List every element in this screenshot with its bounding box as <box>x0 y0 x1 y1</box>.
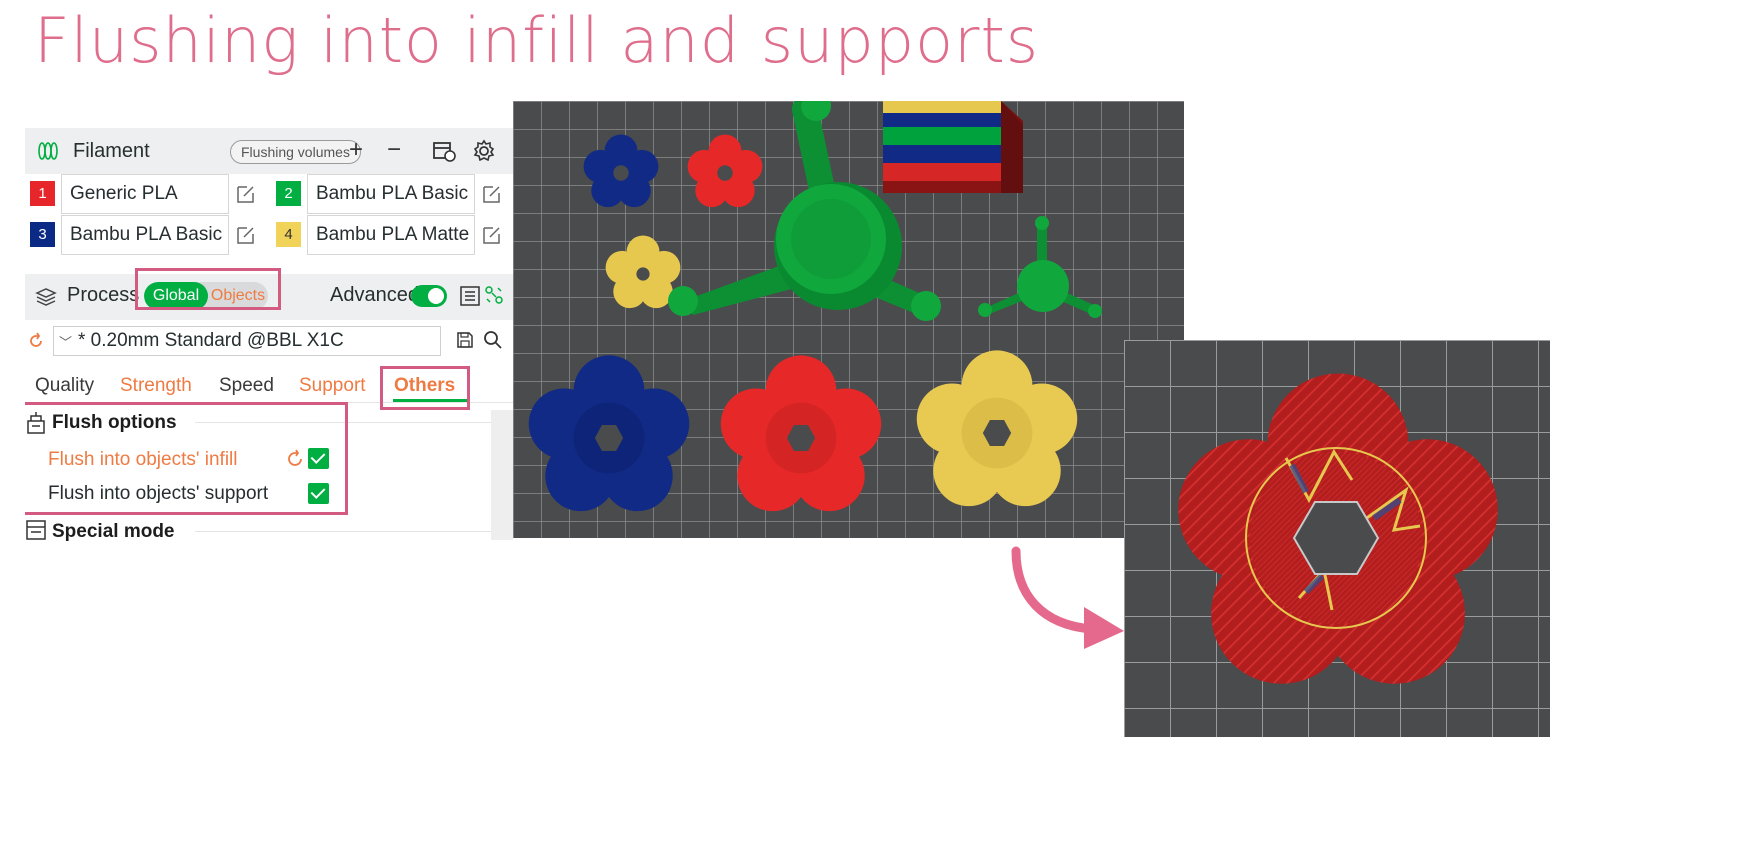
tab-speed[interactable]: Speed <box>219 375 274 397</box>
color-cube <box>883 101 1023 193</box>
reset-icon[interactable] <box>27 332 45 350</box>
filament-color-swatch[interactable]: 1 <box>30 181 55 206</box>
filament-slot-1[interactable]: 1 Generic PLA <box>25 174 297 214</box>
others-tab-highlight <box>380 366 470 410</box>
filament-select[interactable]: Bambu PLA Basic <box>307 174 475 214</box>
save-icon[interactable] <box>456 331 474 349</box>
gear-icon[interactable] <box>471 138 497 164</box>
sliced-preview-view[interactable] <box>1124 340 1550 737</box>
advanced-toggle[interactable] <box>411 285 447 307</box>
curved-arrow-icon <box>1011 546 1124 649</box>
sliced-flower-preview <box>1124 340 1550 737</box>
flush-options-highlight <box>25 402 348 515</box>
search-icon[interactable] <box>483 330 503 350</box>
add-filament-icon[interactable]: + <box>343 138 369 164</box>
page-title: Flushing into infill and supports <box>34 4 1040 77</box>
filament-select[interactable]: Bambu PLA Basic <box>61 215 229 255</box>
compare-icon[interactable] <box>484 285 504 305</box>
edit-icon[interactable] <box>481 224 503 246</box>
special-mode-icon <box>26 520 46 540</box>
filament-select[interactable]: Bambu PLA Matte <box>307 215 475 255</box>
process-header: Process Global Objects Advanced <box>25 274 573 320</box>
filament-color-swatch[interactable]: 4 <box>276 222 301 247</box>
edit-icon[interactable] <box>235 183 257 205</box>
filament-color-swatch[interactable]: 2 <box>276 181 301 206</box>
scrollbar[interactable] <box>491 410 513 540</box>
edit-icon[interactable] <box>481 183 503 205</box>
filament-color-swatch[interactable]: 3 <box>30 222 55 247</box>
advanced-label: Advanced <box>330 284 419 306</box>
list-icon[interactable] <box>459 285 481 307</box>
remove-filament-icon[interactable]: − <box>381 138 407 164</box>
filament-header: Filament Flushing volumes + − <box>25 128 573 174</box>
tab-support[interactable]: Support <box>299 375 366 397</box>
plate-3d-view[interactable] <box>513 101 1184 538</box>
filament-label: Filament <box>73 140 150 162</box>
slicer-sidebar: Filament Flushing volumes + − 1 Generic … <box>25 114 573 606</box>
filament-slot-3[interactable]: 3 Bambu PLA Basic <box>25 215 297 255</box>
process-preset-select[interactable]: * 0.20mm Standard @BBL X1C <box>53 326 441 356</box>
preset-name: * 0.20mm Standard @BBL X1C <box>78 330 344 351</box>
tab-quality[interactable]: Quality <box>35 375 94 397</box>
edit-icon[interactable] <box>235 224 257 246</box>
flushing-volumes-button[interactable]: Flushing volumes <box>230 140 361 164</box>
layers-icon <box>35 288 57 306</box>
tab-strength[interactable]: Strength <box>120 375 192 397</box>
chevron-down-icon[interactable]: ﹀ <box>59 332 72 351</box>
filament-icon <box>38 142 58 160</box>
global-objects-highlight <box>135 268 281 310</box>
process-tabs: Quality Strength Speed Support Others <box>35 375 573 405</box>
special-mode-title: Special mode <box>52 521 175 542</box>
plate-scene <box>513 101 1184 538</box>
ams-sync-icon[interactable] <box>431 138 457 164</box>
process-label: Process <box>67 284 140 306</box>
section-divider <box>195 531 491 532</box>
filament-select[interactable]: Generic PLA <box>61 174 229 214</box>
